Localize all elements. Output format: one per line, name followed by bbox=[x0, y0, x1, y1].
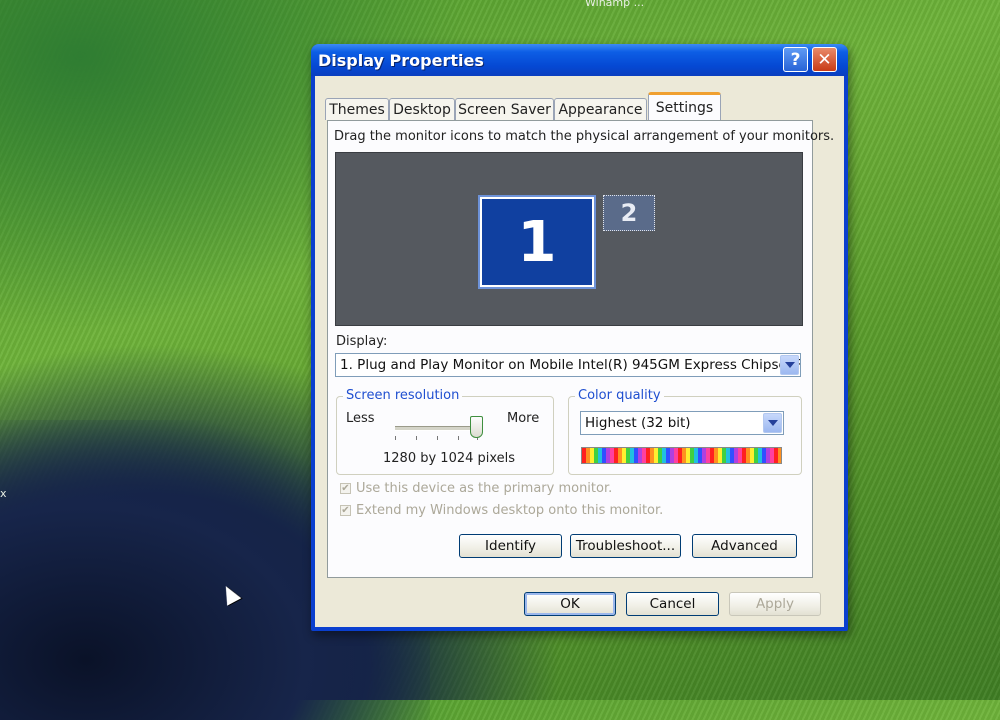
close-x-icon: ✕ bbox=[817, 49, 832, 70]
slider-tick bbox=[437, 436, 438, 440]
resolution-slider-track[interactable] bbox=[395, 426, 479, 431]
screen-resolution-group: Screen resolution Less More 1280 by 1024… bbox=[336, 388, 554, 475]
slider-tick bbox=[416, 436, 417, 440]
extend-desktop-label: Extend my Windows desktop onto this moni… bbox=[356, 503, 664, 518]
troubleshoot-button[interactable]: Troubleshoot... bbox=[570, 534, 681, 558]
primary-monitor-checkbox[interactable]: ✔ bbox=[340, 483, 351, 494]
ok-button[interactable]: OK bbox=[524, 592, 616, 616]
chevron-down-icon[interactable] bbox=[763, 413, 782, 433]
monitor-2-icon[interactable]: 2 bbox=[603, 195, 655, 231]
tab-screen-saver[interactable]: Screen Saver bbox=[455, 98, 554, 120]
resolution-value: 1280 by 1024 pixels bbox=[383, 451, 516, 466]
slider-tick bbox=[395, 436, 396, 440]
dialog-client-area: Themes Desktop Screen Saver Appearance S… bbox=[315, 76, 844, 627]
resolution-slider-thumb[interactable] bbox=[470, 416, 483, 438]
cancel-button[interactable]: Cancel bbox=[626, 592, 719, 616]
display-select[interactable]: 1. Plug and Play Monitor on Mobile Intel… bbox=[335, 353, 801, 377]
settings-panel: Drag the monitor icons to match the phys… bbox=[327, 120, 834, 578]
extend-desktop-checkbox-row[interactable]: ✔ Extend my Windows desktop onto this mo… bbox=[340, 503, 663, 518]
color-quality-group: Color quality Highest (32 bit) bbox=[568, 388, 802, 475]
display-label: Display: bbox=[336, 334, 388, 349]
monitor-arrangement-area: 1 2 bbox=[335, 152, 803, 326]
resolution-more-label: More bbox=[507, 411, 540, 426]
question-mark-icon: ? bbox=[790, 49, 801, 70]
help-button[interactable]: ? bbox=[783, 47, 808, 72]
color-quality-select[interactable]: Highest (32 bit) bbox=[580, 411, 784, 435]
color-quality-title: Color quality bbox=[575, 388, 664, 403]
close-button[interactable]: ✕ bbox=[812, 47, 837, 72]
arrangement-instruction: Drag the monitor icons to match the phys… bbox=[334, 129, 835, 144]
slider-tick bbox=[458, 436, 459, 440]
chevron-down-icon[interactable] bbox=[780, 355, 799, 375]
apply-button[interactable]: Apply bbox=[729, 592, 821, 616]
display-select-value: 1. Plug and Play Monitor on Mobile Intel… bbox=[340, 357, 801, 373]
tab-appearance[interactable]: Appearance bbox=[554, 98, 647, 120]
desktop-top-text: Winamp ... bbox=[585, 0, 645, 9]
tab-desktop[interactable]: Desktop bbox=[389, 98, 455, 120]
advanced-button[interactable]: Advanced bbox=[692, 534, 797, 558]
monitor-1-icon[interactable]: 1 bbox=[478, 195, 596, 289]
identify-button[interactable]: Identify bbox=[459, 534, 562, 558]
tab-settings[interactable]: Settings bbox=[648, 92, 721, 120]
color-quality-value: Highest (32 bit) bbox=[585, 415, 691, 431]
screen-resolution-title: Screen resolution bbox=[343, 388, 463, 403]
primary-monitor-checkbox-row[interactable]: ✔ Use this device as the primary monitor… bbox=[340, 481, 612, 496]
color-spectrum-bar bbox=[581, 447, 782, 464]
resolution-less-label: Less bbox=[346, 411, 375, 426]
display-properties-window: Display Properties ? ✕ Themes Desktop Sc… bbox=[311, 44, 848, 631]
title-bar[interactable]: Display Properties ? ✕ bbox=[311, 44, 848, 76]
tab-themes[interactable]: Themes bbox=[325, 98, 389, 120]
desktop-left-text: x bbox=[0, 487, 7, 500]
primary-monitor-label: Use this device as the primary monitor. bbox=[356, 481, 613, 496]
window-title: Display Properties bbox=[318, 51, 484, 70]
extend-desktop-checkbox[interactable]: ✔ bbox=[340, 505, 351, 516]
